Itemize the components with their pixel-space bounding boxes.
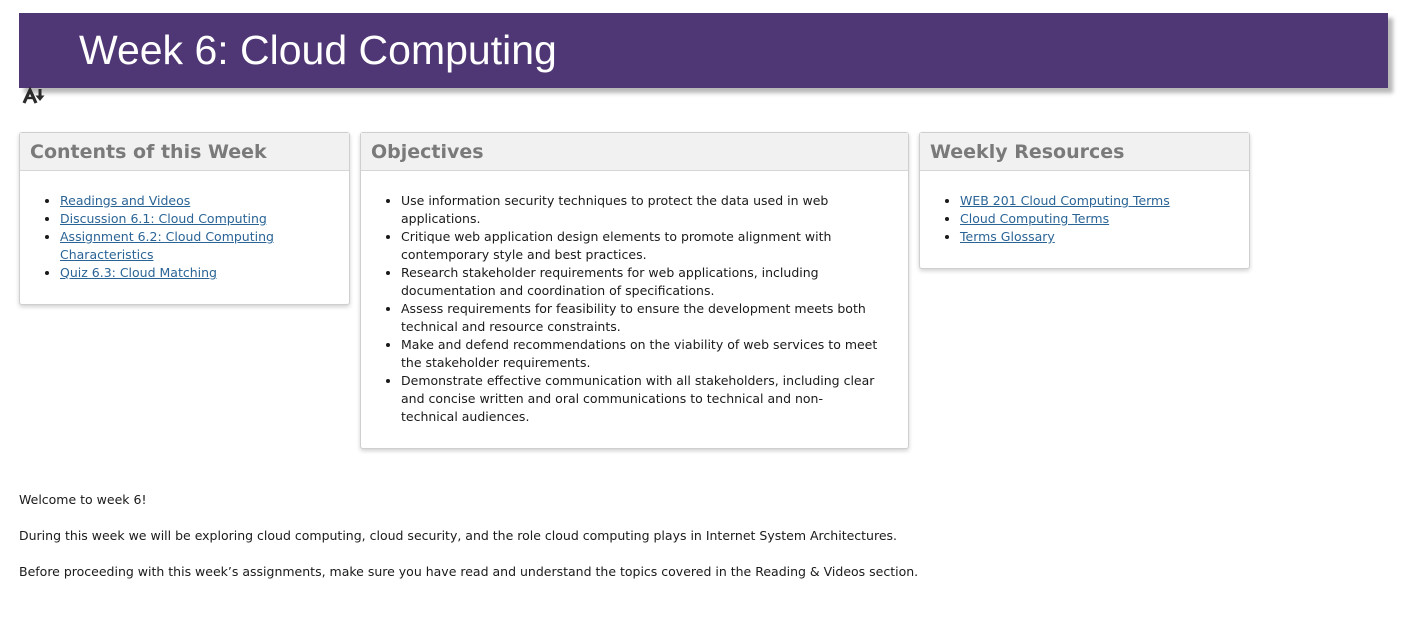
- resources-panel-title: Weekly Resources: [920, 133, 1249, 171]
- list-item: Cloud Computing Terms: [960, 210, 1249, 228]
- list-item: Readings and Videos: [60, 192, 349, 210]
- page-title: Week 6: Cloud Computing: [79, 27, 557, 73]
- objective-item: Research stakeholder requirements for we…: [401, 264, 878, 300]
- terms-glossary-link[interactable]: Terms Glossary: [960, 229, 1055, 244]
- readings-and-videos-link[interactable]: Readings and Videos: [60, 193, 190, 208]
- contents-list: Readings and Videos Discussion 6.1: Clou…: [20, 171, 349, 282]
- resources-list: WEB 201 Cloud Computing Terms Cloud Comp…: [920, 171, 1249, 246]
- assignment-6-2-link[interactable]: Assignment 6.2: Cloud Computing Characte…: [60, 229, 274, 262]
- quiz-6-3-link[interactable]: Quiz 6.3: Cloud Matching: [60, 265, 217, 280]
- list-item: Quiz 6.3: Cloud Matching: [60, 264, 349, 282]
- list-item: WEB 201 Cloud Computing Terms: [960, 192, 1249, 210]
- objective-item: Demonstrate effective communication with…: [401, 372, 878, 426]
- contents-panel-title: Contents of this Week: [20, 133, 349, 171]
- welcome-text: Welcome to week 6!: [19, 492, 147, 507]
- objective-item: Assess requirements for feasibility to e…: [401, 300, 878, 336]
- list-item: Terms Glossary: [960, 228, 1249, 246]
- objective-item: Critique web application design elements…: [401, 228, 878, 264]
- objectives-panel: Objectives Use information security tech…: [360, 132, 909, 449]
- objectives-panel-title: Objectives: [361, 133, 908, 171]
- objectives-list: Use information security techniques to p…: [361, 171, 908, 426]
- list-item: Assignment 6.2: Cloud Computing Characte…: [60, 228, 349, 264]
- text-to-speech-icon[interactable]: [22, 86, 48, 105]
- instructions-paragraph: Before proceeding with this week’s assig…: [19, 564, 919, 579]
- page-banner: Week 6: Cloud Computing: [19, 13, 1388, 88]
- contents-panel: Contents of this Week Readings and Video…: [19, 132, 350, 305]
- objective-item: Make and defend recommendations on the v…: [401, 336, 878, 372]
- web201-cloud-terms-link[interactable]: WEB 201 Cloud Computing Terms: [960, 193, 1170, 208]
- intro-paragraph: During this week we will be exploring cl…: [19, 528, 898, 543]
- objective-item: Use information security techniques to p…: [401, 192, 878, 228]
- cloud-computing-terms-link[interactable]: Cloud Computing Terms: [960, 211, 1109, 226]
- discussion-6-1-link[interactable]: Discussion 6.1: Cloud Computing: [60, 211, 267, 226]
- list-item: Discussion 6.1: Cloud Computing: [60, 210, 349, 228]
- resources-panel: Weekly Resources WEB 201 Cloud Computing…: [919, 132, 1250, 269]
